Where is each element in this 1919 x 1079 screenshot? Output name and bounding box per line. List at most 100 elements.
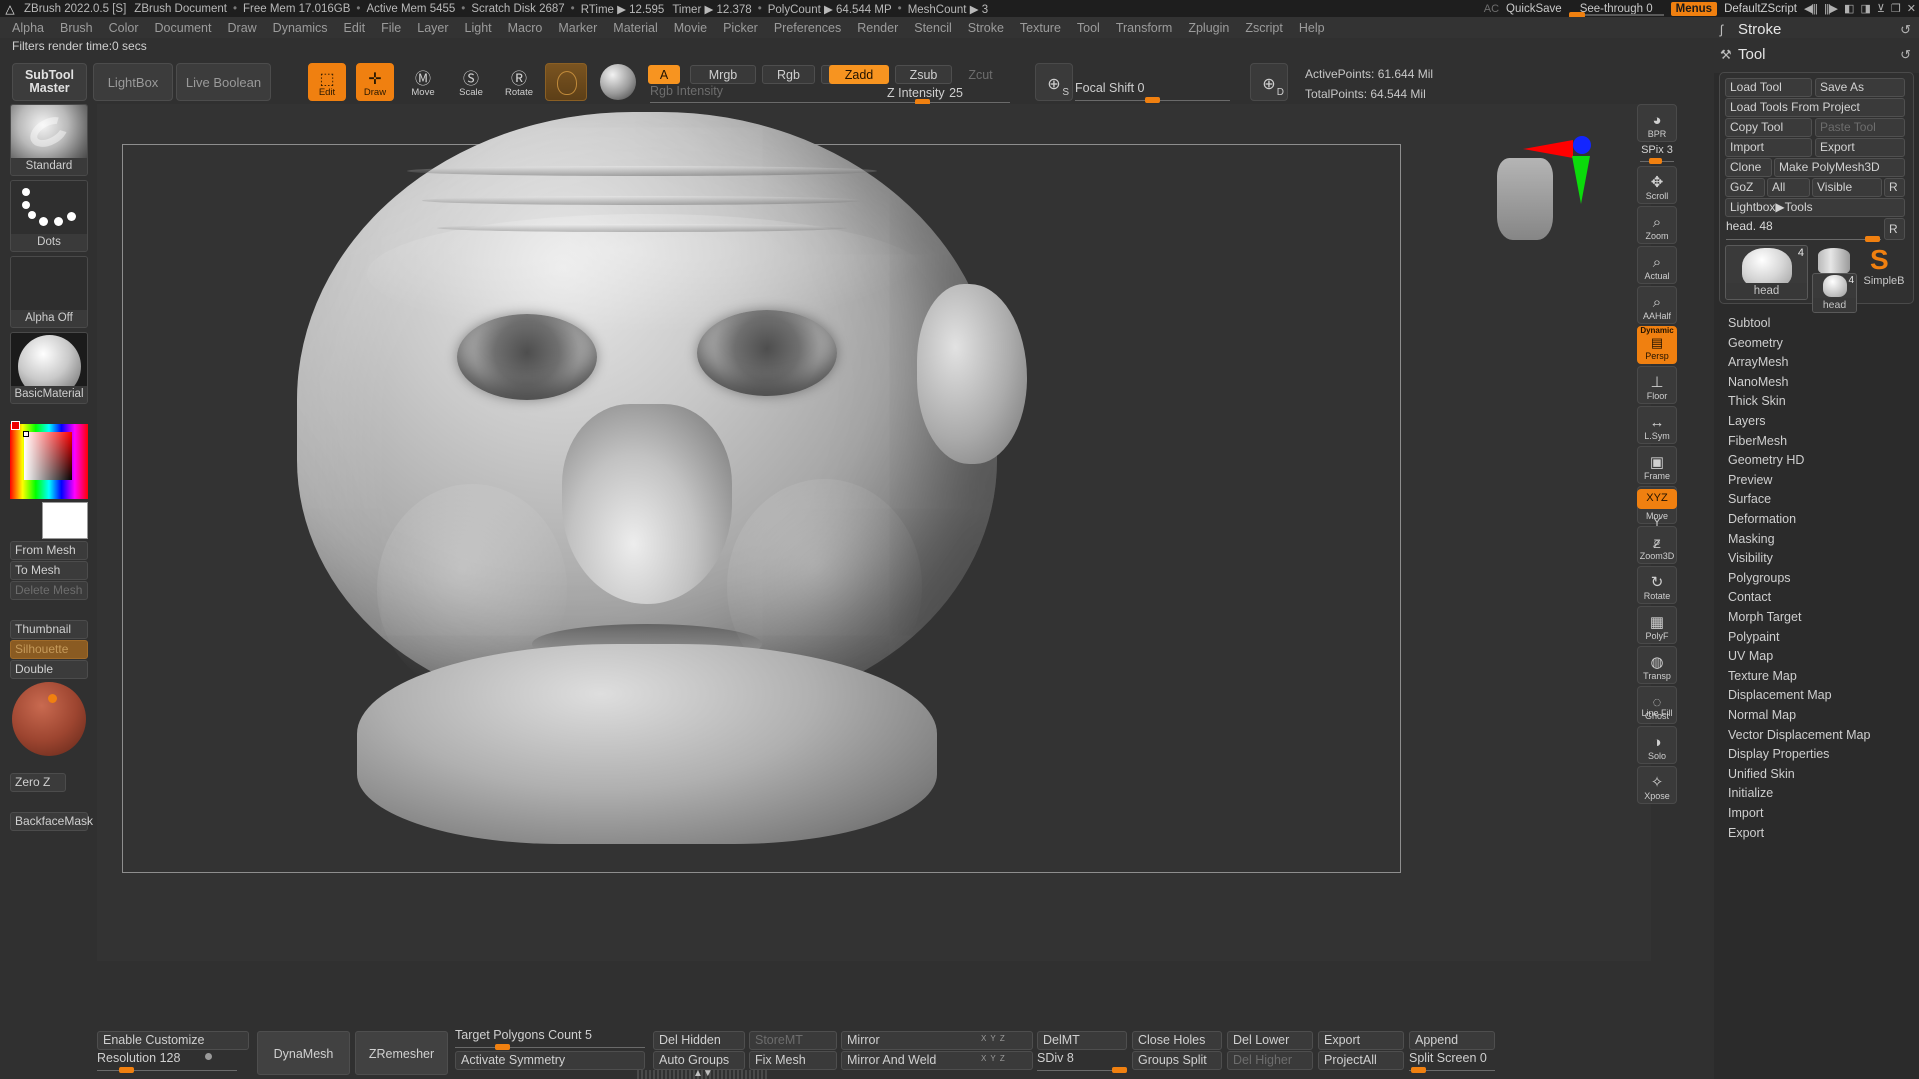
- dynamesh-button[interactable]: DynaMesh: [257, 1031, 350, 1075]
- menu-item-preferences[interactable]: Preferences: [766, 19, 849, 37]
- close-icon[interactable]: ✕: [1907, 2, 1916, 15]
- tool-submenu-deformation[interactable]: Deformation: [1728, 512, 1796, 526]
- import-button[interactable]: Import: [1725, 138, 1812, 157]
- all-button[interactable]: All: [1767, 178, 1810, 197]
- menu-item-marker[interactable]: Marker: [550, 19, 605, 37]
- viewport-floor-button[interactable]: ⊥ Floor: [1637, 366, 1677, 404]
- tool-submenu-preview[interactable]: Preview: [1728, 473, 1772, 487]
- tool-submenu-subtool[interactable]: Subtool: [1728, 316, 1770, 330]
- scroll-arrows-icon[interactable]: ▲▼: [693, 1068, 713, 1079]
- gizmo-red-axis[interactable]: [1523, 140, 1573, 158]
- tool-submenu-unified-skin[interactable]: Unified Skin: [1728, 767, 1795, 781]
- reset-icon[interactable]: ↺: [1900, 47, 1911, 63]
- rotate-mode-button[interactable]: Ⓡ Rotate: [500, 63, 538, 101]
- zero-z-button[interactable]: Zero Z: [10, 773, 66, 792]
- ac-label[interactable]: AC: [1484, 3, 1499, 15]
- tool-submenu-texture-map[interactable]: Texture Map: [1728, 669, 1797, 683]
- menu-item-alpha[interactable]: Alpha: [4, 19, 52, 37]
- tool-submenu-import[interactable]: Import: [1728, 806, 1763, 820]
- move-mode-button[interactable]: Ⓜ Move: [404, 63, 442, 101]
- delmt-button[interactable]: DelMT: [1037, 1031, 1127, 1050]
- groups-split-button[interactable]: Groups Split: [1132, 1051, 1222, 1070]
- zremesher-button[interactable]: ZRemesher: [355, 1031, 448, 1075]
- lightbox-button[interactable]: LightBox: [93, 63, 173, 101]
- tool-submenu-geometry[interactable]: Geometry: [1728, 336, 1783, 350]
- menu-item-help[interactable]: Help: [1291, 19, 1333, 37]
- menu-item-draw[interactable]: Draw: [220, 19, 265, 37]
- rgb-intensity-track[interactable]: [650, 102, 855, 103]
- focal-shift-icon-button[interactable]: ⊕ S: [1035, 63, 1073, 101]
- export-button[interactable]: Export: [1815, 138, 1905, 157]
- target-polygons-track[interactable]: [455, 1047, 645, 1048]
- tool-submenu-displacement-map[interactable]: Displacement Map: [1728, 688, 1832, 702]
- draw-mode-button[interactable]: ✛ Draw: [356, 63, 394, 101]
- current-material-preview[interactable]: [600, 64, 636, 100]
- bpr-render-button[interactable]: ◕ BPR: [1637, 104, 1677, 142]
- menu-item-document[interactable]: Document: [147, 19, 220, 37]
- menu-item-render[interactable]: Render: [849, 19, 906, 37]
- copy-tool-button[interactable]: Copy Tool: [1725, 118, 1812, 137]
- axis-y-toggle[interactable]: Y: [1643, 512, 1671, 532]
- make-polymesh3d-button[interactable]: Make PolyMesh3D: [1774, 158, 1905, 177]
- save-as-button[interactable]: Save As: [1815, 78, 1905, 97]
- palette-header-stroke[interactable]: ʃ Stroke ↺: [1714, 17, 1919, 42]
- focal-shift-label-group[interactable]: Focal Shift 0: [1075, 81, 1145, 95]
- tool-submenu-morph-target[interactable]: Morph Target: [1728, 610, 1801, 624]
- tool-submenu-initialize[interactable]: Initialize: [1728, 786, 1773, 800]
- menus-toggle[interactable]: Menus: [1670, 1, 1718, 16]
- target-polygons-slider[interactable]: Target Polygons Count 5: [455, 1028, 645, 1047]
- quicksave-button[interactable]: QuickSave: [1506, 3, 1562, 15]
- viewport-rotate-button[interactable]: ↻ Rotate: [1637, 566, 1677, 604]
- menu-item-macro[interactable]: Macro: [500, 19, 551, 37]
- axis-xyz-toggle[interactable]: XYZ: [1637, 489, 1677, 509]
- alpha-swatch[interactable]: Alpha Off: [10, 256, 88, 328]
- viewport-zoom-button[interactable]: ⌕ Zoom: [1637, 206, 1677, 244]
- material-swatch[interactable]: BasicMaterial: [10, 332, 88, 404]
- palette-header-tool[interactable]: ⚒ Tool ↺: [1714, 42, 1919, 67]
- current-brush-preview[interactable]: [545, 63, 587, 101]
- gizmo-head-preview[interactable]: [1497, 158, 1553, 240]
- tool-submenu-display-properties[interactable]: Display Properties: [1728, 747, 1829, 761]
- reset-icon[interactable]: ↺: [1900, 22, 1911, 38]
- resolution-knob[interactable]: [119, 1067, 134, 1073]
- load-tool-button[interactable]: Load Tool: [1725, 78, 1812, 97]
- thumbnail-button[interactable]: Thumbnail: [10, 620, 88, 639]
- activate-symmetry-button[interactable]: Activate Symmetry: [455, 1051, 645, 1070]
- target-polygons-knob[interactable]: [495, 1044, 510, 1050]
- canvas-viewport[interactable]: [97, 104, 1651, 961]
- prev-script-icon[interactable]: ◀|||: [1804, 2, 1818, 15]
- menu-item-transform[interactable]: Transform: [1108, 19, 1181, 37]
- tool-thumb-head-small[interactable]: 4 head: [1812, 273, 1857, 313]
- menu-item-stencil[interactable]: Stencil: [906, 19, 960, 37]
- saturation-value-square[interactable]: [24, 432, 72, 480]
- backfacemask-button[interactable]: BackfaceMask: [10, 812, 93, 831]
- clone-button[interactable]: Clone: [1725, 158, 1772, 177]
- focal-shift-knob[interactable]: [1145, 97, 1160, 103]
- tool-submenu-masking[interactable]: Masking: [1728, 532, 1775, 546]
- mirror-weld-xyz-label[interactable]: X Y Z: [981, 1054, 1006, 1063]
- maximize-icon[interactable]: ❐: [1891, 2, 1901, 15]
- tool-size-r-button[interactable]: R: [1884, 218, 1905, 240]
- tool-submenu-arraymesh[interactable]: ArrayMesh: [1728, 355, 1788, 369]
- double-button[interactable]: Double: [10, 660, 88, 679]
- viewport-transp-button[interactable]: ◍ Transp: [1637, 646, 1677, 684]
- scale-mode-button[interactable]: Ⓢ Scale: [452, 63, 490, 101]
- tool-submenu-polygroups[interactable]: Polygroups: [1728, 571, 1791, 585]
- viewport-ghost-button[interactable]: ◌ Ghost: [1637, 686, 1677, 724]
- see-through-slider[interactable]: See-through 0: [1568, 3, 1664, 18]
- del-hidden-button[interactable]: Del Hidden: [653, 1031, 745, 1050]
- viewport-lsym-button[interactable]: ↔ L.Sym: [1637, 406, 1677, 444]
- brush-swatch[interactable]: Standard: [10, 104, 88, 176]
- mode-zcut-button[interactable]: Zcut: [958, 65, 1003, 84]
- tool-submenu-thick-skin[interactable]: Thick Skin: [1728, 394, 1786, 408]
- to-mesh-button[interactable]: To Mesh: [10, 561, 88, 580]
- stroke-swatch[interactable]: Dots: [10, 180, 88, 252]
- tool-submenu-nanomesh[interactable]: NanoMesh: [1728, 375, 1788, 389]
- viewport-actual-button[interactable]: ⌕ Actual: [1637, 246, 1677, 284]
- menu-item-brush[interactable]: Brush: [52, 19, 101, 37]
- fix-mesh-button[interactable]: Fix Mesh: [749, 1051, 837, 1070]
- mode-rgb-button[interactable]: Rgb: [762, 65, 815, 84]
- tool-submenu-polypaint[interactable]: Polypaint: [1728, 630, 1779, 644]
- silhouette-button[interactable]: Silhouette: [10, 640, 88, 659]
- from-mesh-button[interactable]: From Mesh: [10, 541, 88, 560]
